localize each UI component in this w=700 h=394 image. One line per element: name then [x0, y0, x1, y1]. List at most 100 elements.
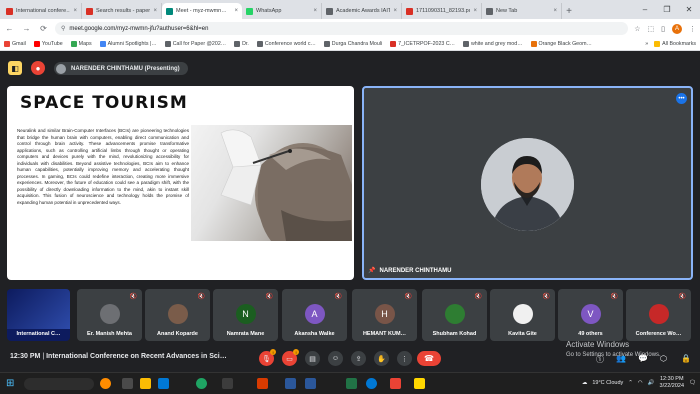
tab-close-icon[interactable]: ×: [553, 8, 557, 14]
task-view-icon[interactable]: [122, 378, 133, 389]
tab-close-icon[interactable]: ×: [234, 8, 238, 14]
participant-tile[interactable]: 🔇 Kavita Gite: [490, 289, 555, 341]
participant-name: 49 others: [578, 331, 603, 337]
powerpoint-icon[interactable]: [257, 378, 268, 389]
file-explorer-icon[interactable]: [140, 378, 151, 389]
minimize-icon[interactable]: –: [634, 0, 656, 19]
volume-icon[interactable]: 🔊: [648, 380, 655, 386]
tab-close-icon[interactable]: ×: [73, 8, 77, 14]
tab-favicon-icon: [246, 7, 253, 15]
participant-tile[interactable]: 🔇 V 49 others: [558, 289, 623, 341]
participant-tile[interactable]: 🔇 A Akansha Walke: [282, 289, 347, 341]
present-button[interactable]: ⇪: [351, 351, 366, 366]
windows-start-icon[interactable]: ⊞: [6, 378, 17, 389]
taskbar-search-box[interactable]: [24, 378, 94, 390]
excel-icon[interactable]: [346, 378, 357, 389]
tab-close-icon[interactable]: ×: [153, 8, 157, 14]
participant-tile[interactable]: 🔇 N Namrata Mane: [213, 289, 278, 341]
muted-mic-icon: 🔇: [542, 294, 550, 300]
camera-toggle-button[interactable]: ▭ !: [282, 349, 299, 366]
bookmark-item[interactable]: Alumni Spotlights |…: [99, 41, 157, 47]
site-info-icon[interactable]: ⚲: [61, 25, 65, 32]
sidepanel-icon[interactable]: ▯: [661, 25, 665, 33]
participant-tile[interactable]: 🔇 Conference Wo…: [626, 289, 691, 341]
browser-tab[interactable]: International confere… ×: [2, 3, 82, 19]
muted-mic-icon: 🔇: [678, 294, 686, 300]
activities-icon[interactable]: ⬡: [660, 354, 667, 363]
back-icon[interactable]: ←: [4, 24, 15, 33]
more-bookmarks-icon[interactable]: »: [645, 41, 648, 47]
maximize-icon[interactable]: ❐: [656, 0, 678, 19]
participant-tile[interactable]: 🔇 H HEMANT KUM…: [352, 289, 417, 341]
reactions-button[interactable]: ☺: [328, 351, 343, 366]
menu-icon[interactable]: ⋮: [689, 25, 696, 33]
system-clock[interactable]: 12:30 PM 3/22/2024: [660, 376, 684, 390]
participant-name: Shubham Kohad: [432, 331, 477, 337]
chrome-icon[interactable]: [196, 378, 207, 389]
word-icon-2[interactable]: [305, 378, 316, 389]
bookmark-item[interactable]: Maps: [70, 41, 92, 47]
participant-tile[interactable]: 🔇 Er. Manish Mehta: [77, 289, 142, 341]
address-bar[interactable]: ⚲ meet.google.com/myz-mwmn-jfu?authuser=…: [55, 22, 629, 35]
edge-icon[interactable]: [158, 378, 169, 389]
presentation-slide: SPACE TOURISM Neuralink and similar Brai…: [7, 86, 354, 280]
mic-toggle-button[interactable]: 🎙 !: [259, 349, 276, 366]
app-icon[interactable]: [222, 378, 233, 389]
more-options-icon[interactable]: •••: [676, 93, 687, 104]
recording-icon[interactable]: ●: [31, 61, 45, 75]
forward-icon[interactable]: →: [21, 24, 32, 33]
all-bookmarks-button[interactable]: All Bookmarks: [654, 41, 696, 47]
raise-hand-button[interactable]: ✋: [374, 351, 389, 366]
bookmark-item[interactable]: Conference world c…: [256, 41, 316, 47]
word-icon[interactable]: [285, 378, 296, 389]
active-speaker-tile[interactable]: ••• 📌 NARENDER CHINTHAMU: [362, 86, 693, 280]
sticky-notes-icon[interactable]: [414, 378, 425, 389]
acrobat-icon[interactable]: [390, 378, 401, 389]
new-tab-icon[interactable]: +: [562, 3, 576, 19]
bookmark-item[interactable]: Durga Chandra Mouli: [323, 41, 382, 47]
edge-browser-icon[interactable]: [366, 378, 377, 389]
extensions-icon[interactable]: ⬚: [648, 25, 655, 33]
presenter-chip[interactable]: NARENDER CHINTHAMU (Presenting): [54, 62, 188, 75]
weather-text[interactable]: 19°C Cloudy: [592, 380, 623, 386]
bookmark-item[interactable]: Call for Paper @202…: [164, 41, 226, 47]
participant-name: International C…: [16, 331, 61, 337]
browser-tab[interactable]: 1711090311_82193.pdf ×: [402, 3, 482, 19]
browser-tab[interactable]: Academic Awards IAIT…×: [322, 3, 402, 19]
participant-tile[interactable]: 🔇 Shubham Kohad: [422, 289, 487, 341]
more-options-button[interactable]: ⋮: [397, 351, 412, 366]
weather-icon[interactable]: ☁: [582, 380, 588, 386]
browser-tab[interactable]: Search results - papers…×: [82, 3, 162, 19]
notification-icon[interactable]: 🗨: [689, 380, 696, 386]
browser-tab[interactable]: New Tab ×: [482, 3, 562, 19]
participant-tile[interactable]: 🔇 Anand Koparde: [145, 289, 210, 341]
profile-avatar[interactable]: A: [672, 23, 682, 34]
captions-button[interactable]: ▤: [305, 351, 320, 366]
bookmark-item[interactable]: Gmail: [4, 41, 26, 47]
meeting-details: 12:30 PM | International Conference on R…: [10, 353, 227, 360]
bookmark-item[interactable]: white and grey mod…: [462, 41, 523, 47]
tab-close-icon[interactable]: ×: [393, 8, 397, 14]
bookmark-favicon-icon: [4, 41, 10, 47]
host-controls-icon[interactable]: 🔒: [681, 354, 691, 363]
bookmark-star-icon[interactable]: ☆: [634, 25, 640, 33]
browser-tab[interactable]: Meet - myz-mwmn… ×: [162, 3, 242, 19]
wifi-icon[interactable]: ◠: [638, 380, 643, 386]
meeting-info-icon[interactable]: ◧: [8, 61, 22, 75]
reload-icon[interactable]: ⟳: [38, 24, 49, 33]
bookmark-item[interactable]: Dr.: [234, 41, 249, 47]
tab-title: Academic Awards IAIT…: [336, 8, 390, 14]
participant-tile[interactable]: International C…: [7, 289, 70, 341]
bookmark-item[interactable]: Orange Black Geom…: [530, 41, 592, 47]
tab-close-icon[interactable]: ×: [473, 8, 477, 14]
pin-icon[interactable]: 📌: [368, 267, 375, 274]
bookmark-item[interactable]: YouTube: [33, 41, 63, 47]
close-window-icon[interactable]: ✕: [678, 0, 700, 19]
tray-chevron-icon[interactable]: ⌃: [628, 380, 633, 386]
widget-icon[interactable]: [100, 378, 111, 389]
browser-tab[interactable]: WhatsApp ×: [242, 3, 322, 19]
leave-call-button[interactable]: ☎: [417, 351, 441, 366]
bookmark-item[interactable]: 7_ICETRPOF-2023 C…: [390, 41, 455, 47]
tab-close-icon[interactable]: ×: [313, 8, 317, 14]
tab-favicon-icon: [406, 7, 413, 15]
